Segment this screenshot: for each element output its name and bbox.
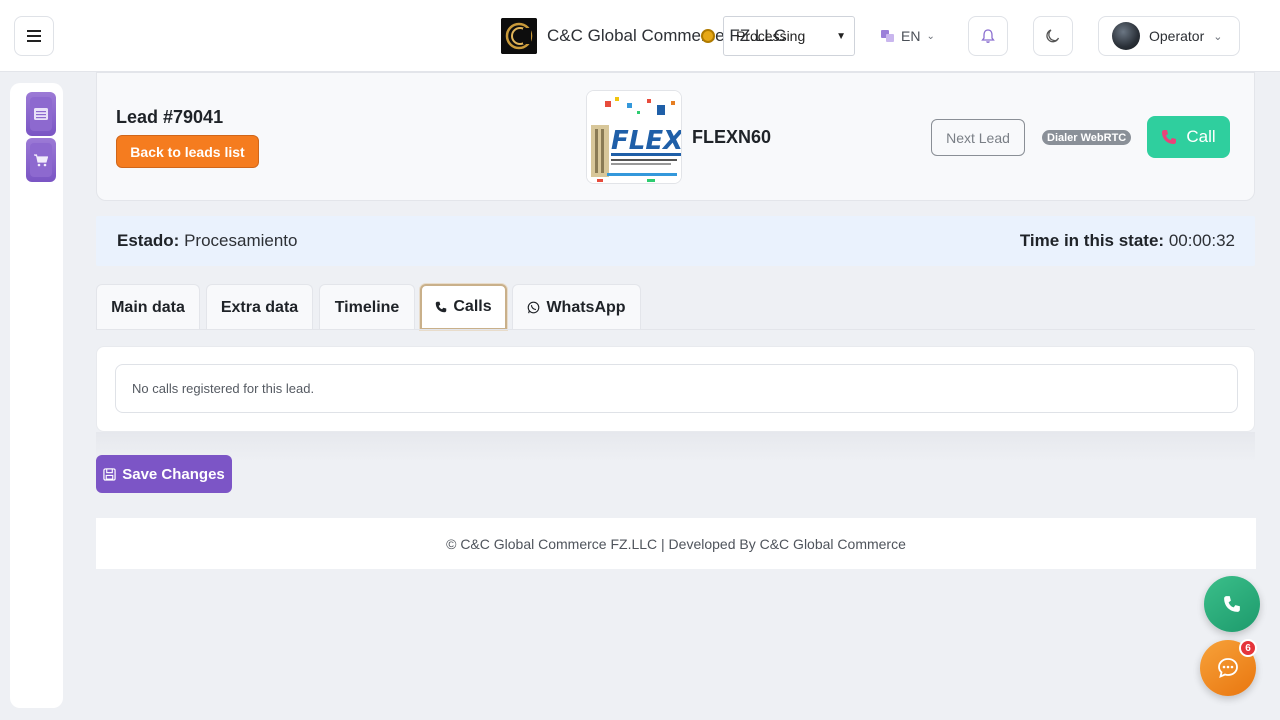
product-image: FLEX	[586, 90, 682, 184]
chevron-down-icon: ▼	[836, 30, 846, 42]
calls-empty-state: No calls registered for this lead.	[115, 364, 1238, 413]
whatsapp-icon	[528, 301, 540, 314]
lead-header-card: Lead #79041 Back to leads list FLEX FLEX…	[96, 72, 1255, 201]
phone-icon	[436, 301, 447, 313]
lead-title: Lead #79041	[116, 107, 224, 127]
save-changes-button[interactable]: Save Changes	[96, 455, 232, 493]
language-label: EN	[901, 28, 921, 44]
tab-label: Main data	[111, 298, 185, 316]
tab-main-data[interactable]: Main data	[96, 284, 200, 330]
tab-label: WhatsApp	[546, 298, 626, 316]
footer-text: © C&C Global Commerce FZ.LLC | Developed…	[446, 535, 906, 552]
tab-calls[interactable]: Calls	[420, 284, 507, 330]
call-button[interactable]: Call	[1147, 116, 1230, 158]
tab-label: Extra data	[220, 298, 299, 316]
hamburger-icon	[27, 30, 41, 42]
dark-mode-toggle[interactable]	[1033, 16, 1073, 56]
status-indicator-icon	[701, 29, 715, 43]
save-icon	[103, 467, 116, 481]
tab-label: Timeline	[334, 298, 400, 316]
avatar	[1112, 22, 1140, 50]
chat-notification-badge: 6	[1239, 639, 1257, 657]
list-icon	[34, 108, 48, 120]
moon-icon	[1046, 29, 1060, 43]
lead-status-bar: Estado: Procesamiento Time in this state…	[96, 216, 1255, 266]
time-in-state-display: Time in this state: 00:00:32	[1020, 231, 1235, 251]
tabs-divider	[96, 329, 1255, 330]
phone-icon	[1162, 130, 1177, 144]
shopping-cart-icon	[34, 153, 48, 166]
floating-call-button[interactable]	[1204, 576, 1260, 632]
user-name: Operator	[1149, 28, 1205, 44]
state-value: Procesamiento	[184, 231, 298, 250]
state-label: Estado:	[117, 231, 180, 250]
sidebar	[10, 83, 63, 708]
back-to-leads-button[interactable]: Back to leads list	[116, 135, 259, 168]
top-header: C&C Global Commerce FZ.LLC Processing ▼ …	[0, 0, 1280, 72]
chevron-down-icon: ⌄	[926, 30, 935, 42]
menu-toggle-button[interactable]	[14, 16, 54, 56]
chevron-down-icon: ⌄	[1213, 30, 1223, 43]
time-in-state-value: 00:00:32	[1168, 231, 1235, 250]
tab-extra-data[interactable]: Extra data	[206, 284, 313, 330]
lead-status-select[interactable]: Processing ▼	[723, 16, 855, 56]
tab-label: Calls	[453, 298, 492, 315]
chat-icon	[1218, 658, 1238, 679]
notifications-button[interactable]	[968, 16, 1008, 56]
next-lead-button[interactable]: Next Lead	[931, 119, 1025, 156]
tab-whatsapp[interactable]: WhatsApp	[512, 284, 641, 330]
save-changes-label: Save Changes	[122, 465, 225, 483]
product-name: FLEXN60	[692, 127, 772, 147]
state-display: Estado: Procesamiento	[117, 231, 297, 251]
user-menu-button[interactable]: Operator ⌄	[1098, 16, 1240, 56]
translate-icon	[881, 30, 894, 42]
status-select-value: Processing	[736, 28, 806, 44]
call-button-label: Call	[1186, 127, 1216, 146]
sidebar-item-list[interactable]	[26, 92, 56, 136]
dialer-badge: Dialer WebRTC	[1042, 130, 1132, 145]
sidebar-item-cart[interactable]	[26, 138, 56, 182]
bell-icon	[981, 29, 995, 43]
panel-shadow	[96, 432, 1255, 462]
tab-timeline[interactable]: Timeline	[319, 284, 415, 330]
svg-text:FLEX: FLEX	[611, 126, 682, 156]
page-footer: © C&C Global Commerce FZ.LLC | Developed…	[96, 518, 1256, 569]
phone-icon	[1224, 596, 1240, 612]
language-selector[interactable]: EN ⌄	[881, 25, 935, 47]
time-in-state-label: Time in this state:	[1019, 231, 1165, 250]
calls-panel: No calls registered for this lead.	[96, 346, 1255, 432]
company-logo	[501, 18, 537, 54]
